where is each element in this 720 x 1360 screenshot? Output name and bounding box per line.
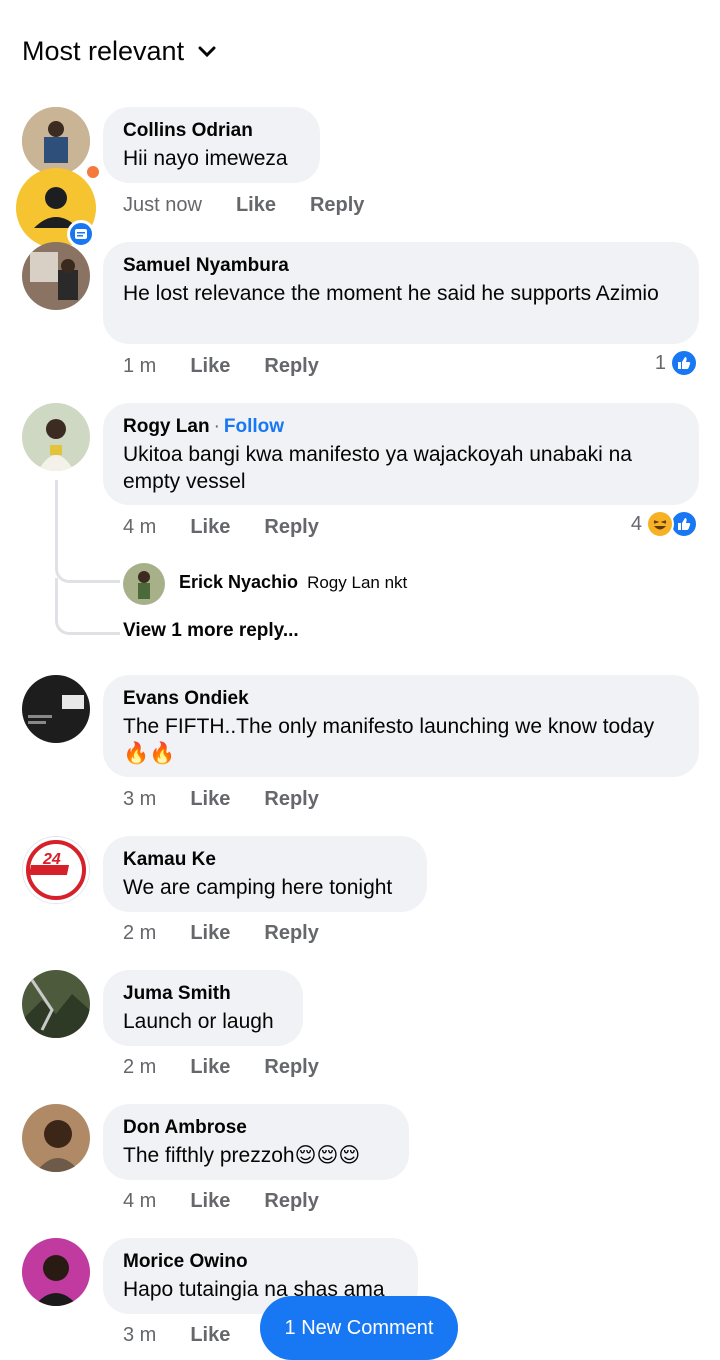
reply-text: Rogy Lan nkt [307, 573, 408, 592]
like-button[interactable]: Like [190, 355, 230, 378]
reply-button[interactable]: Reply [264, 922, 318, 945]
comment-text: The FIFTH..The only manifesto launching … [123, 715, 655, 765]
commenter-name[interactable]: Evans Ondiek [123, 687, 679, 711]
sort-label: Most relevant [22, 36, 185, 66]
comment-bubble[interactable]: Kamau Ke We are camping here tonight [103, 836, 427, 912]
comment-actions: 4 m Like Reply [123, 516, 319, 539]
comment-text: He lost relevance the moment he said he … [123, 282, 659, 305]
comment-text: Launch or laugh [123, 1010, 274, 1033]
message-badge-icon [67, 220, 95, 248]
comment-time: 4 m [123, 1190, 157, 1212]
comment-bubble[interactable]: Collins Odrian Hii nayo imeweza [103, 107, 320, 183]
like-button[interactable]: Like [190, 788, 230, 811]
comment-bubble[interactable]: Don Ambrose The fifthly prezzoh😌😌😌 [103, 1104, 409, 1180]
avatar[interactable] [22, 1104, 90, 1172]
comment-text: The fifthly prezzoh😌😌😌 [123, 1144, 361, 1167]
avatar[interactable] [22, 107, 90, 175]
commenter-name[interactable]: Morice Owino [123, 1250, 398, 1274]
follow-button[interactable]: Follow [224, 416, 284, 437]
comment-actions: 2 m Like Reply [123, 922, 319, 945]
comment-time: 2 m [123, 1056, 157, 1078]
comment-bubble[interactable]: Rogy Lan · Follow Ukitoa bangi kwa manifes… [103, 403, 699, 505]
new-comment-button[interactable]: 1 New Comment [260, 1296, 458, 1360]
comment-time: 3 m [123, 788, 157, 810]
like-button[interactable]: Like [190, 1324, 230, 1347]
svg-text:24: 24 [42, 851, 61, 868]
comment-text: Hii nayo imeweza [123, 147, 288, 170]
like-button[interactable]: Like [190, 1190, 230, 1213]
commenter-name[interactable]: Juma Smith [123, 982, 283, 1006]
haha-reaction-icon [646, 510, 674, 538]
commenter-name[interactable]: Collins Odrian [123, 119, 300, 143]
reply-button[interactable]: Reply [264, 788, 318, 811]
comment-bubble[interactable]: Evans Ondiek The FIFTH..The only manifes… [103, 675, 699, 777]
chevron-down-icon [198, 46, 216, 57]
thread-line [55, 578, 120, 635]
comment-actions: 3 m Like [123, 1324, 230, 1347]
avatar[interactable]: 24 [22, 836, 90, 904]
reply-button[interactable]: Reply [264, 355, 318, 378]
reply-button[interactable]: Reply [310, 194, 364, 217]
comment-time: Just now [123, 194, 202, 216]
like-reaction-icon [670, 510, 698, 538]
reply-button[interactable]: Reply [264, 1190, 318, 1213]
commenter-name[interactable]: Rogy Lan [123, 416, 210, 437]
comment-actions: 1 m Like Reply [123, 355, 319, 378]
like-button[interactable]: Like [190, 1056, 230, 1079]
like-button[interactable]: Like [236, 194, 276, 217]
reaction-summary[interactable]: 1 [655, 349, 698, 377]
comment-bubble[interactable]: Juma Smith Launch or laugh [103, 970, 303, 1046]
comment-time: 3 m [123, 1324, 157, 1346]
comment-actions: Just now Like Reply [123, 194, 364, 217]
comment-text: Ukitoa bangi kwa manifesto ya wajackoyah… [123, 443, 632, 493]
comment-actions: 4 m Like Reply [123, 1190, 319, 1213]
commenter-name[interactable]: Kamau Ke [123, 848, 407, 872]
avatar[interactable] [22, 970, 90, 1038]
reaction-summary[interactable]: 4 [631, 510, 698, 538]
comment-actions: 2 m Like Reply [123, 1056, 319, 1079]
commenter-name[interactable]: Don Ambrose [123, 1116, 389, 1140]
comment-time: 1 m [123, 355, 157, 377]
like-button[interactable]: Like [190, 516, 230, 539]
separator-dot: · [213, 416, 220, 437]
comment-text: We are camping here tonight [123, 876, 393, 899]
sort-dropdown[interactable]: Most relevant [22, 36, 216, 67]
comment-time: 2 m [123, 922, 157, 944]
view-more-replies-button[interactable]: View 1 more reply... [123, 620, 299, 642]
reaction-count: 4 [630, 512, 642, 535]
reply-author-name[interactable]: Erick Nyachio [179, 572, 298, 592]
avatar[interactable] [22, 403, 90, 471]
commenter-name[interactable]: Samuel Nyambura [123, 254, 679, 278]
like-button[interactable]: Like [190, 922, 230, 945]
avatar[interactable] [123, 563, 165, 605]
reply-button[interactable]: Reply [264, 1056, 318, 1079]
like-reaction-icon [670, 349, 698, 377]
avatar[interactable] [22, 242, 90, 310]
comment-actions: 3 m Like Reply [123, 788, 319, 811]
comment-bubble[interactable]: Samuel Nyambura He lost relevance the mo… [103, 242, 699, 344]
thread-line [55, 480, 120, 583]
commenter-header: Rogy Lan · Follow [123, 415, 679, 439]
avatar[interactable] [22, 1238, 90, 1306]
comment-time: 4 m [123, 516, 157, 538]
reaction-count: 1 [654, 351, 666, 374]
avatar[interactable] [22, 675, 90, 743]
reply-preview[interactable]: Erick Nyachio Rogy Lan nkt [179, 572, 407, 593]
reply-button[interactable]: Reply [264, 516, 318, 539]
